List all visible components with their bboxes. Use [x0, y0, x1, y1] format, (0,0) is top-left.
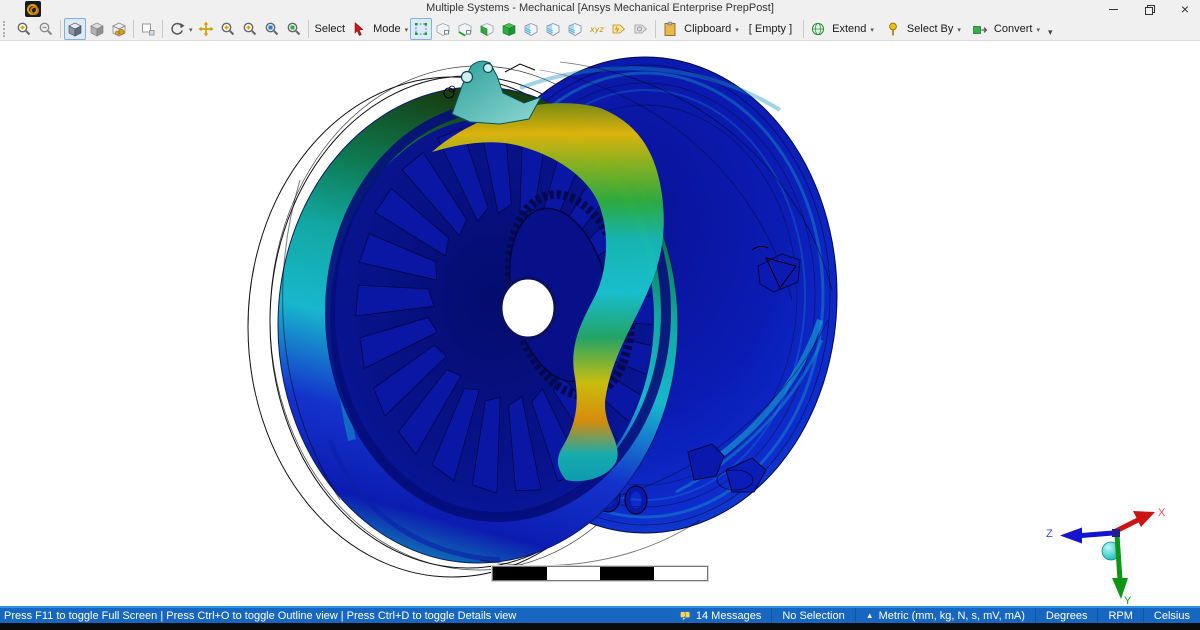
scale-ruler — [492, 566, 708, 581]
body-select-button[interactable] — [498, 18, 520, 40]
convert-label: Convert — [994, 23, 1033, 35]
snap-disabled-button[interactable] — [630, 18, 652, 40]
select-element-face-button[interactable] — [542, 18, 564, 40]
vertex-select-button[interactable] — [432, 18, 454, 40]
messages-label: 14 Messages — [696, 610, 761, 622]
select-by-dropdown[interactable]: Select By ▾ — [882, 18, 963, 40]
zoom-in-button[interactable] — [13, 18, 35, 40]
units-dropdown[interactable]: ▲ Metric (mm, kg, N, s, mV, mA) — [855, 608, 1035, 623]
select-label: Select — [315, 23, 346, 35]
title-bar: Multiple Systems - Mechanical [Ansys Mec… — [0, 0, 1200, 18]
select-node-button[interactable] — [520, 18, 542, 40]
select-mode-button[interactable] — [410, 18, 432, 40]
select-cursor-icon[interactable] — [348, 18, 370, 40]
restore-icon — [1145, 5, 1154, 14]
x-axis-label: X — [1158, 507, 1166, 519]
minimize-button[interactable] — [1106, 2, 1120, 16]
convert-icon — [969, 18, 991, 40]
hub-bore-hole — [501, 278, 555, 338]
window-title: Multiple Systems - Mechanical [Ansys Mec… — [0, 2, 1200, 14]
clipboard-label: Clipboard — [684, 23, 731, 35]
temperature-unit-button[interactable]: Celsius — [1143, 608, 1200, 623]
zoom-to-fit-button[interactable] — [261, 18, 283, 40]
rotation-unit-button[interactable]: RPM — [1097, 608, 1142, 623]
units-triangle-icon: ▲ — [866, 611, 874, 620]
messages-button[interactable]: 14 Messages — [669, 608, 771, 623]
orientation-triad[interactable]: X Z Y — [1046, 507, 1166, 606]
selection-status: No Selection — [771, 608, 854, 623]
mode-label: Mode — [373, 23, 401, 35]
statusbar-hints: Press F11 to toggle Full Screen | Press … — [0, 610, 516, 622]
select-element-button[interactable] — [564, 18, 586, 40]
edge-select-button[interactable] — [454, 18, 476, 40]
close-button[interactable]: × — [1178, 2, 1192, 16]
rotate-button[interactable] — [166, 18, 188, 40]
shaded-exterior-edges-button[interactable] — [64, 18, 86, 40]
mode-dropdown-caret: ▾ — [405, 26, 409, 34]
wireframe-button[interactable] — [108, 18, 130, 40]
rotate-dropdown-caret[interactable]: ▾ — [189, 26, 193, 34]
clipboard-empty-indicator: [ Empty ] — [749, 23, 792, 35]
toolbar-overflow-caret[interactable]: ▾ — [1048, 27, 1053, 38]
magnifier-window-button[interactable] — [283, 18, 305, 40]
zoom-out-button[interactable] — [35, 18, 57, 40]
extend-icon — [807, 18, 829, 40]
model-canvas[interactable]: X Z Y — [0, 41, 1200, 606]
minimize-icon — [1109, 9, 1118, 10]
mode-dropdown[interactable]: Mode ▾ — [370, 23, 410, 35]
graphics-viewport[interactable]: X Z Y — [0, 41, 1200, 606]
pan-button[interactable] — [195, 18, 217, 40]
zoom-button[interactable] — [217, 18, 239, 40]
y-axis-label: Y — [1124, 595, 1132, 606]
clipboard-dropdown[interactable]: Clipboard ▾ — [659, 18, 741, 40]
extend-label: Extend — [832, 23, 866, 35]
box-zoom-button[interactable] — [239, 18, 261, 40]
graphics-toolbar: ▾ Select Mode ▾ Clipboard ▾ [ Empty ] Ex… — [0, 18, 1200, 41]
toolbar-grip[interactable] — [3, 21, 9, 37]
face-select-button[interactable] — [476, 18, 498, 40]
select-by-icon — [882, 18, 904, 40]
z-axis-label: Z — [1046, 528, 1053, 540]
messages-icon — [679, 610, 692, 622]
probe-button[interactable] — [608, 18, 630, 40]
z-axis-arrow[interactable] — [1060, 528, 1082, 544]
taskbar-edge-strip — [0, 623, 1200, 630]
shaded-exterior-button[interactable] — [86, 18, 108, 40]
angle-unit-button[interactable]: Degrees — [1035, 608, 1098, 623]
status-bar: Press F11 to toggle Full Screen | Press … — [0, 608, 1200, 623]
convert-dropdown[interactable]: Convert ▾ — [969, 18, 1042, 40]
select-by-label: Select By — [907, 23, 953, 35]
clipboard-icon — [659, 18, 681, 40]
restore-button[interactable] — [1142, 2, 1156, 16]
show-mesh-button[interactable] — [137, 18, 159, 40]
extend-dropdown[interactable]: Extend ▾ — [807, 18, 876, 40]
units-label: Metric (mm, kg, N, s, mV, mA) — [879, 610, 1025, 622]
coordinate-pick-button[interactable] — [586, 18, 608, 40]
